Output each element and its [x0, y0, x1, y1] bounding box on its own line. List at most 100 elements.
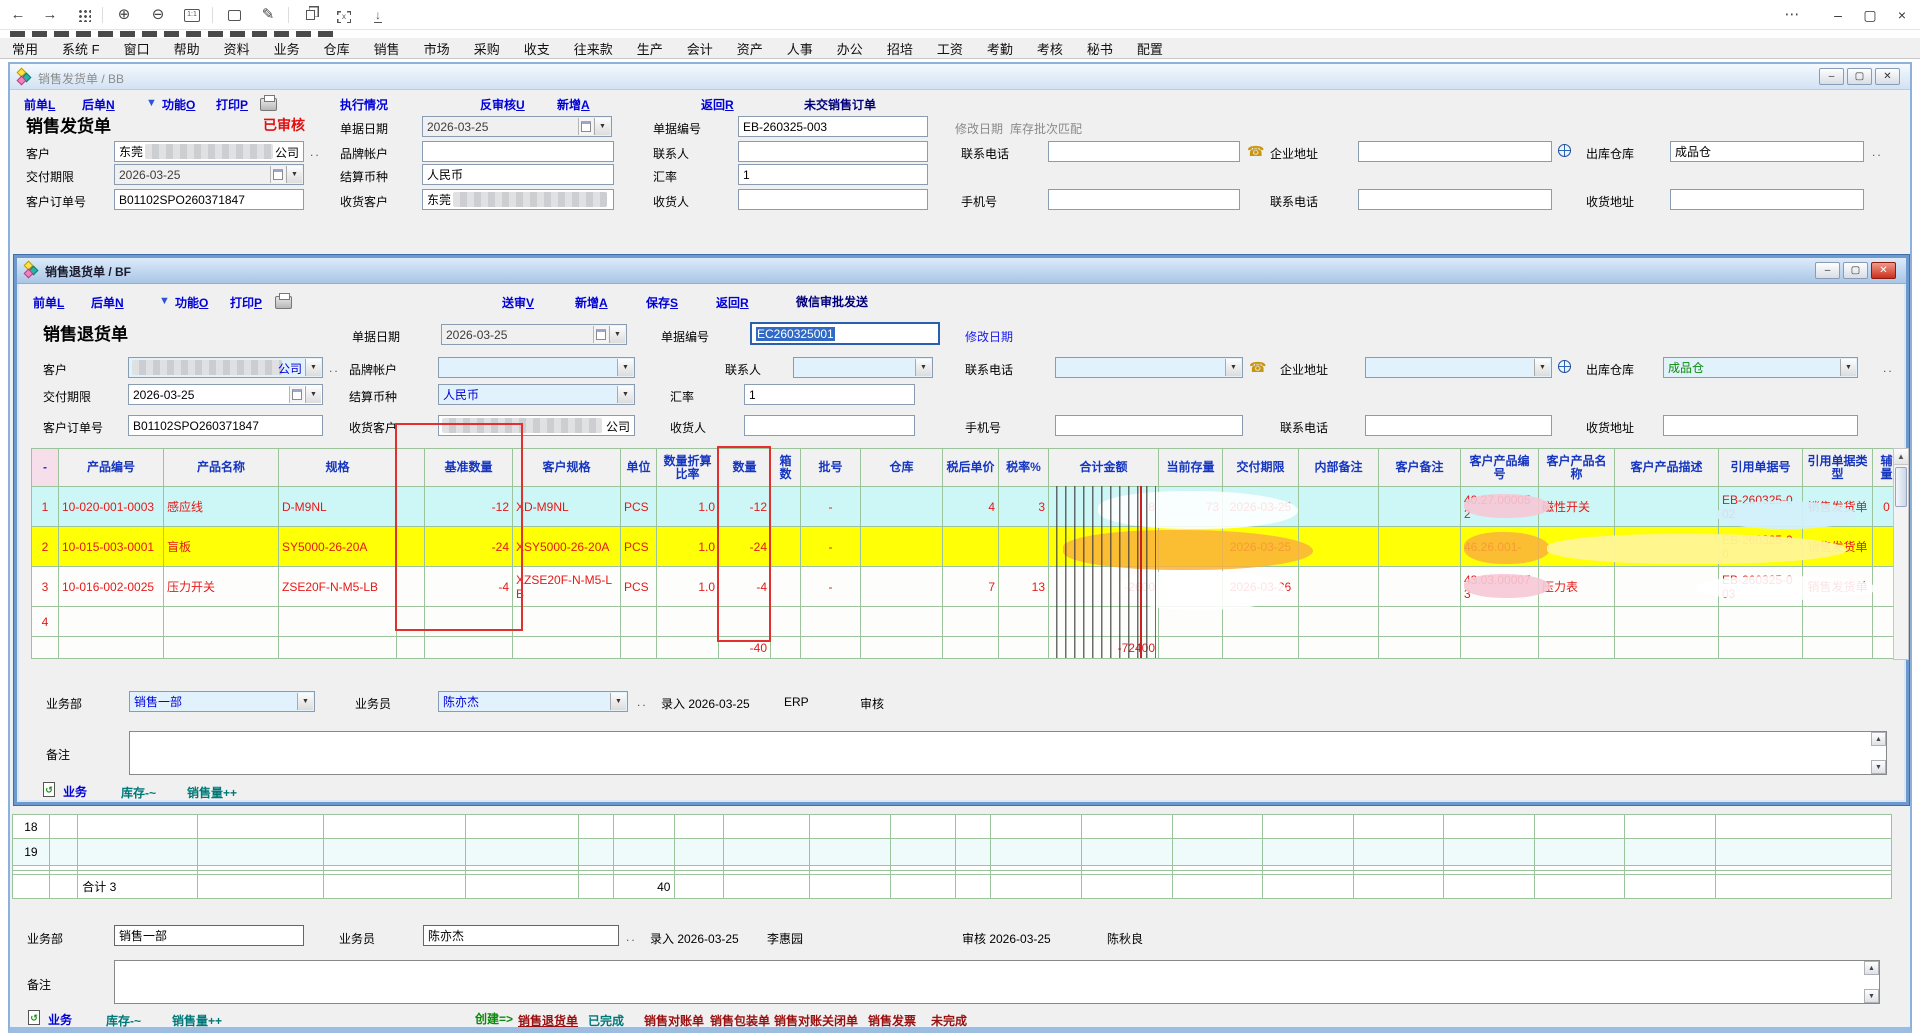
- actual-size-icon[interactable]: 1:1: [180, 4, 204, 26]
- dropdown-arrow-icon[interactable]: ▼: [297, 693, 313, 710]
- grid-cell[interactable]: [1049, 527, 1159, 567]
- grid-cell[interactable]: [1461, 607, 1539, 637]
- next-doc-link[interactable]: 后单N: [82, 96, 115, 113]
- dialog-minimize-icon[interactable]: –: [1815, 262, 1840, 279]
- grid-col-header[interactable]: 规格: [279, 449, 397, 487]
- contact-field[interactable]: ▼: [793, 357, 933, 378]
- grid-cell[interactable]: [861, 637, 943, 659]
- grid-cell[interactable]: [991, 815, 1082, 839]
- phone-field[interactable]: [1048, 141, 1240, 162]
- grid-col-header[interactable]: 产品编号: [59, 449, 164, 487]
- zoom-out-icon[interactable]: ⊖: [146, 4, 170, 26]
- salesman-field[interactable]: 陈亦杰▼: [438, 691, 628, 712]
- grid-cell[interactable]: [999, 607, 1049, 637]
- grid-cell[interactable]: 压力表: [1539, 567, 1615, 607]
- grid-cell[interactable]: 10-020-001-0003: [59, 487, 164, 527]
- dropdown-arrow-icon[interactable]: ▼: [617, 359, 633, 376]
- grid-cell[interactable]: [1444, 875, 1535, 899]
- grid-cell[interactable]: -2600: [1049, 567, 1159, 607]
- menu-item[interactable]: 办公: [825, 39, 875, 58]
- menu-item[interactable]: 配置: [1125, 39, 1175, 58]
- grid-cell[interactable]: [1159, 567, 1223, 607]
- grid-cell[interactable]: [1719, 607, 1803, 637]
- menu-item[interactable]: 考勤: [975, 39, 1025, 58]
- grid-col-header[interactable]: 引用单据号: [1719, 449, 1803, 487]
- grid-cell[interactable]: [1081, 839, 1172, 866]
- grid-cell[interactable]: SY5000-26-20A: [279, 527, 397, 567]
- grid-cell[interactable]: [810, 875, 891, 899]
- stock-link[interactable]: 库存-~: [106, 1012, 141, 1029]
- download-icon[interactable]: ↓: [366, 4, 390, 26]
- grid-col-header[interactable]: 客户产品描述: [1615, 449, 1719, 487]
- customer-field[interactable]: 东莞公司: [114, 141, 304, 162]
- grid-cell[interactable]: [1159, 637, 1223, 659]
- grid-cell[interactable]: [1615, 607, 1719, 637]
- grid-cell[interactable]: [771, 487, 801, 527]
- grid-cell[interactable]: [1615, 527, 1719, 567]
- grid-cell[interactable]: [657, 607, 719, 637]
- grid-cell[interactable]: [425, 637, 513, 659]
- brand-account-field[interactable]: [422, 141, 614, 162]
- biz-link[interactable]: 业务: [63, 783, 87, 800]
- grid-cell[interactable]: [78, 815, 198, 839]
- grid-col-header[interactable]: 客户规格: [513, 449, 621, 487]
- menu-item[interactable]: 招培: [875, 39, 925, 58]
- scan-region-icon[interactable]: x: [332, 4, 356, 26]
- biz-doc-icon[interactable]: ↺: [28, 1010, 40, 1025]
- grid-cell[interactable]: [1615, 637, 1719, 659]
- grid-cell[interactable]: [1172, 875, 1263, 899]
- rate-field[interactable]: 1: [738, 164, 928, 185]
- create-return-doc-link[interactable]: 销售退货单: [518, 1012, 578, 1029]
- grid-col-header[interactable]: -: [32, 449, 59, 487]
- add-new-link[interactable]: 新增A: [557, 96, 590, 113]
- grid-cell[interactable]: [279, 637, 397, 659]
- grid-cell[interactable]: [164, 637, 279, 659]
- grid-cell[interactable]: -12: [425, 487, 513, 527]
- customer-po-field[interactable]: B01102SPO260371847: [114, 189, 304, 210]
- menu-item[interactable]: 窗口: [112, 39, 162, 58]
- apps-grid-icon[interactable]: [72, 4, 96, 26]
- grid-col-header[interactable]: 箱数: [771, 449, 801, 487]
- mobile-field[interactable]: [1055, 415, 1243, 436]
- dropdown-arrow-icon[interactable]: ▼: [1225, 359, 1241, 376]
- grid-cell[interactable]: 2026-03-25: [1223, 527, 1299, 567]
- grid-cell[interactable]: [675, 839, 723, 866]
- grid-cell[interactable]: 销售发货单: [1803, 527, 1873, 567]
- grid-cell[interactable]: [955, 815, 991, 839]
- menu-item[interactable]: 帮助: [162, 39, 212, 58]
- grid-cell[interactable]: [513, 607, 621, 637]
- phone2-field[interactable]: [1365, 415, 1552, 436]
- sales-return-titlebar[interactable]: 销售退货单 / BF – ▢ ✕: [17, 258, 1906, 284]
- grid-cell[interactable]: [1159, 607, 1223, 637]
- grid-cell[interactable]: [861, 487, 943, 527]
- grid-cell[interactable]: [991, 839, 1082, 866]
- grid-cell[interactable]: [614, 839, 675, 866]
- grid-cell[interactable]: [1353, 839, 1444, 866]
- grid-cell[interactable]: 合计 3: [78, 875, 198, 899]
- grid-cell[interactable]: [861, 527, 943, 567]
- grid-cell[interactable]: XSY5000-26-20A: [513, 527, 621, 567]
- grid-cell[interactable]: -40: [719, 637, 771, 659]
- grid-cell[interactable]: [810, 839, 891, 866]
- grid-cell[interactable]: [164, 607, 279, 637]
- grid-cell[interactable]: 0: [1873, 487, 1894, 527]
- grid-cell[interactable]: [1534, 839, 1625, 866]
- grid-cell[interactable]: [1873, 607, 1894, 637]
- menu-item[interactable]: 资产: [725, 39, 775, 58]
- grid-col-header[interactable]: 合计金额: [1049, 449, 1159, 487]
- add-new-link[interactable]: 新增A: [575, 294, 608, 311]
- grid-col-header[interactable]: 税率%: [999, 449, 1049, 487]
- window-close-button[interactable]: ×: [1888, 3, 1916, 27]
- grid-cell[interactable]: [465, 875, 578, 899]
- grid-cell[interactable]: 3: [999, 487, 1049, 527]
- execution-status-link[interactable]: 执行情况: [340, 96, 388, 113]
- warehouse-lookup-dots[interactable]: ..: [1872, 145, 1883, 159]
- receiver-person-field[interactable]: [738, 189, 928, 210]
- doc-no-field[interactable]: EC260325001: [750, 322, 940, 345]
- dropdown-arrow-icon[interactable]: ▼: [915, 359, 931, 376]
- receiver-customer-field[interactable]: 东莞: [422, 189, 614, 210]
- grid-cell[interactable]: [675, 875, 723, 899]
- grid-cell[interactable]: 8: [1049, 487, 1159, 527]
- window-maximize-button[interactable]: ▢: [1856, 3, 1884, 27]
- grid-cell[interactable]: [397, 567, 425, 607]
